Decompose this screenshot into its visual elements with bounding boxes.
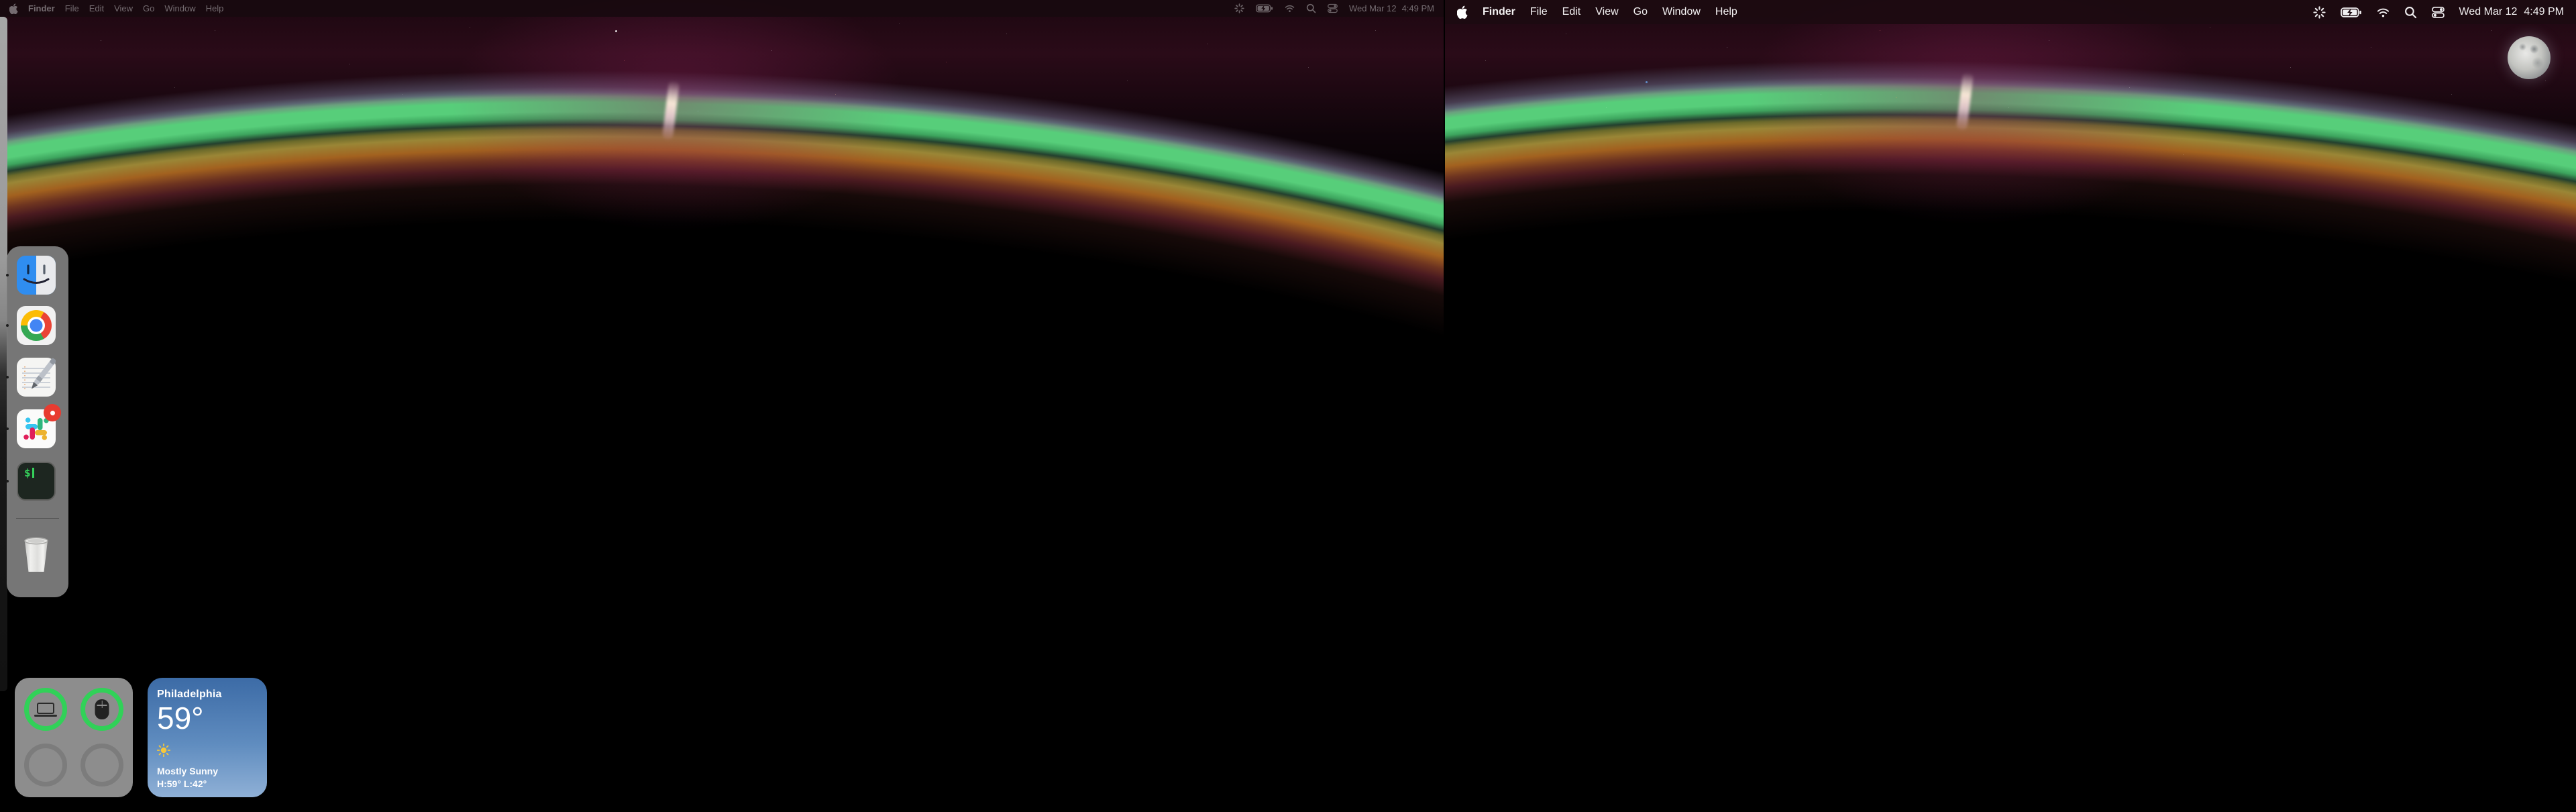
sun-icon: [157, 744, 170, 757]
display-left: Finder File Edit View Go Window Help: [0, 0, 1444, 812]
menu-item-help[interactable]: Help: [1715, 6, 1737, 18]
empty-battery-slot: [80, 744, 123, 786]
menu-bar-right: Finder File Edit View Go Window Help: [1445, 0, 2576, 24]
mouse-battery-ring: [80, 688, 123, 731]
menu-time: 4:49 PM: [2524, 6, 2564, 18]
notification-badge: [44, 404, 61, 421]
weather-high-low: H:59° L:42°: [157, 778, 258, 789]
menu-date: Wed Mar 12: [2459, 6, 2518, 18]
wifi-icon[interactable]: [1285, 3, 1295, 13]
running-indicator: [6, 480, 9, 483]
display-right: Finder File Edit View Go Window Help: [1444, 0, 2576, 812]
empty-battery-slot: [24, 744, 67, 786]
dock-item-notes-icon[interactable]: [17, 358, 56, 397]
menu-item-go[interactable]: Go: [143, 3, 154, 13]
running-indicator: [6, 427, 9, 430]
apple-menu-icon[interactable]: [1457, 5, 1468, 19]
moon: [2508, 36, 2551, 79]
menu-item-file[interactable]: File: [65, 3, 79, 13]
menu-item-go[interactable]: Go: [1633, 6, 1648, 18]
menu-app-name[interactable]: Finder: [28, 3, 55, 13]
weather-widget[interactable]: Philadelphia 59° Mostly Sunny H:59° L:42…: [148, 678, 267, 797]
menu-item-edit[interactable]: Edit: [1562, 6, 1581, 18]
dock-item-trash-icon[interactable]: [17, 535, 56, 574]
menu-item-view[interactable]: View: [1595, 6, 1618, 18]
wifi-icon[interactable]: [2377, 6, 2390, 19]
menu-app-name[interactable]: Finder: [1483, 6, 1515, 18]
control-center-icon[interactable]: [1328, 3, 1338, 13]
menu-item-help[interactable]: Help: [206, 3, 224, 13]
desktop: Finder File Edit View Go Window Help: [0, 0, 2576, 812]
terminal-prompt: $: [24, 466, 31, 479]
laptop-icon: [34, 701, 57, 717]
dock-item-slack-icon[interactable]: [17, 409, 56, 448]
settings-spinner-icon[interactable]: [1234, 3, 1244, 13]
dock: $: [7, 246, 68, 597]
menu-time: 4:49 PM: [1402, 3, 1434, 13]
menu-item-edit[interactable]: Edit: [89, 3, 104, 13]
battery-charging-icon[interactable]: [2341, 6, 2362, 19]
menu-clock[interactable]: Wed Mar 12 4:49 PM: [1349, 3, 1434, 13]
menu-item-window[interactable]: Window: [164, 3, 195, 13]
dock-item-terminal-icon[interactable]: $: [17, 462, 56, 501]
dock-separator: [16, 518, 59, 519]
menu-item-view[interactable]: View: [114, 3, 133, 13]
battery-widget[interactable]: [15, 678, 133, 797]
search-icon[interactable]: [2404, 6, 2417, 19]
menu-date: Wed Mar 12: [1349, 3, 1397, 13]
terminal-cursor: [32, 468, 34, 478]
aurora-wallpaper: [1445, 0, 2576, 812]
running-indicator: [6, 324, 9, 327]
running-indicator: [6, 376, 9, 378]
dock-item-finder-icon[interactable]: [17, 256, 56, 295]
dock-item-chrome-icon[interactable]: [17, 306, 56, 345]
weather-condition: Mostly Sunny: [157, 766, 258, 776]
menu-item-file[interactable]: File: [1530, 6, 1548, 18]
menu-item-window[interactable]: Window: [1662, 6, 1701, 18]
laptop-battery-ring: [24, 688, 67, 731]
mouse-icon: [95, 699, 109, 719]
settings-spinner-icon[interactable]: [2313, 6, 2326, 19]
apple-menu-icon[interactable]: [9, 3, 18, 14]
menu-clock[interactable]: Wed Mar 12 4:49 PM: [2459, 6, 2564, 18]
weather-temperature: 59°: [157, 702, 258, 734]
control-center-icon[interactable]: [2432, 6, 2445, 19]
status-bar: Wed Mar 12 4:49 PM: [1234, 3, 1434, 13]
battery-charging-icon[interactable]: [1256, 3, 1273, 13]
running-indicator: [6, 274, 9, 276]
weather-city: Philadelphia: [157, 689, 258, 701]
search-icon[interactable]: [1306, 3, 1316, 13]
menu-bar-left: Finder File Edit View Go Window Help: [0, 0, 1444, 17]
status-bar: Wed Mar 12 4:49 PM: [2313, 6, 2564, 19]
